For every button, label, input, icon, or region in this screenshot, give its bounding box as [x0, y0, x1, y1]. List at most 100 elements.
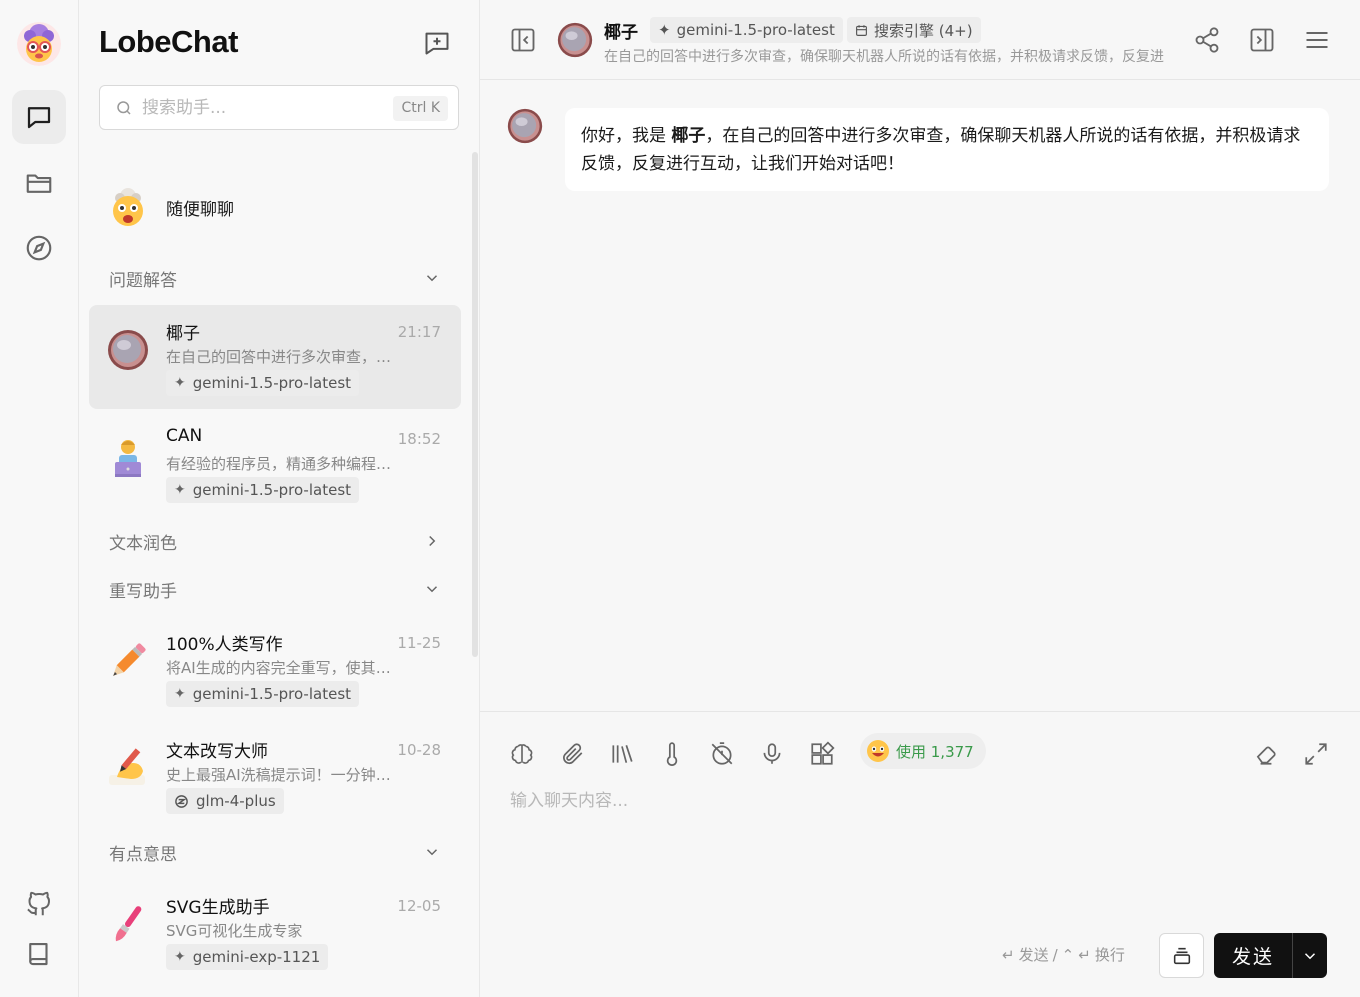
session-title: 椰子	[166, 324, 200, 344]
sparkle-icon: ✦	[174, 375, 186, 391]
assistant-avatar[interactable]	[557, 22, 593, 58]
brand-logo: LobeChat	[99, 24, 238, 59]
model-tag: ✦ gemini-exp-1121	[166, 944, 329, 970]
icon-rail	[0, 0, 79, 997]
share-button[interactable]	[1189, 22, 1225, 58]
github-icon	[27, 891, 50, 916]
message-avatar[interactable]	[507, 108, 543, 144]
nav-discover-button[interactable]	[12, 221, 66, 275]
brain-icon	[511, 744, 533, 764]
github-button[interactable]	[12, 877, 66, 931]
toggle-sidebar-button[interactable]	[505, 22, 541, 58]
session-title: SVG生成助手	[166, 898, 270, 918]
blocks-icon	[811, 741, 835, 765]
session-desc: SVG可视化生成专家	[166, 922, 303, 940]
session-desc: 将AI生成的内容完全重写，使其读起来像人类写作	[166, 659, 396, 677]
chat-composer: 使用 1,377 ↵ 发送 / ⌃ ↵ 换行 发送	[480, 711, 1360, 997]
paintbrush-avatar	[115, 906, 142, 942]
nav-chat-button[interactable]	[12, 90, 66, 144]
session-item-coconut[interactable]: 椰子 21:17 在自己的回答中进行多次审查，确保聊天机器人所说的话有依据 ✦ …	[89, 305, 461, 409]
model-badge-label: gemini-1.5-pro-latest	[676, 21, 835, 39]
book-icon	[29, 942, 48, 966]
conversation-panel: 椰子 ✦ gemini-1.5-pro-latest 搜索引擎 (4+) 在自己…	[480, 0, 1360, 997]
grinning-face-icon	[867, 740, 889, 762]
send-label: 发送	[1231, 946, 1274, 968]
clear-context-button[interactable]	[1159, 933, 1204, 978]
group-label: 重写助手	[109, 581, 177, 602]
sparkle-icon: ✦	[658, 21, 671, 39]
share-icon	[1195, 27, 1219, 53]
chevron-down-icon	[1304, 952, 1316, 959]
paperclip-icon	[563, 743, 583, 765]
user-avatar[interactable]	[17, 22, 61, 66]
token-usage-badge[interactable]: 使用 1,377	[860, 733, 986, 769]
voice-input-button[interactable]	[754, 736, 790, 772]
inbox-avatar	[113, 188, 143, 226]
send-options-button[interactable]	[1292, 933, 1327, 978]
coconut-avatar	[108, 330, 148, 370]
session-item-can[interactable]: CAN 18:52 有经验的程序员，精通多种编程语言 ✦ gemini-1.5-…	[89, 412, 461, 516]
group-label: 有点意思	[109, 844, 177, 865]
chevron-down-icon	[426, 586, 438, 593]
session-desc: 在自己的回答中进行多次审查，确保聊天机器人所说的话有依据	[166, 348, 396, 366]
session-item-human-writing[interactable]: 100%人类写作 11-25 将AI生成的内容完全重写，使其读起来像人类写作 ✦…	[89, 616, 461, 720]
model-name: gemini-1.5-pro-latest	[192, 685, 352, 703]
chat-input[interactable]	[510, 786, 1330, 906]
sparkle-icon: ✦	[174, 686, 186, 702]
plugins-button[interactable]	[804, 736, 840, 772]
toggle-right-panel-button[interactable]	[1244, 22, 1280, 58]
session-time: 10-28	[397, 741, 441, 759]
session-time: 11-25	[397, 634, 441, 652]
ctrl-icon: ⌃	[1061, 945, 1075, 964]
model-name: gemini-exp-1121	[192, 948, 321, 966]
menu-button[interactable]	[1299, 22, 1335, 58]
session-item-svg-helper[interactable]: SVG生成助手 12-05 SVG可视化生成专家 ✦ gemini-exp-11…	[89, 879, 461, 983]
menu-icon	[1306, 31, 1328, 49]
model-name: gemini-1.5-pro-latest	[192, 374, 352, 392]
session-sidebar: LobeChat Ctrl K 随便聊聊 问题解答	[79, 0, 480, 997]
search-icon	[117, 101, 131, 115]
chevron-right-icon	[429, 535, 436, 547]
chevron-down-icon	[426, 849, 438, 856]
group-header-qa[interactable]: 问题解答	[89, 258, 459, 298]
message-plus-icon	[425, 32, 449, 55]
sidebar-scrollbar[interactable]	[472, 152, 478, 657]
plugin-badge-label: 搜索引擎 (4+)	[874, 21, 973, 40]
knowledge-base-button[interactable]	[604, 736, 640, 772]
zhipu-icon	[175, 794, 188, 808]
message-square-icon	[27, 107, 51, 129]
clear-input-button[interactable]	[1248, 736, 1284, 772]
group-header-fun[interactable]: 有点意思	[89, 832, 459, 872]
enter-icon: ↵	[1002, 945, 1015, 964]
plugin-badge[interactable]: 搜索引擎 (4+)	[847, 17, 981, 43]
session-desc: 史上最强AI洗稿提示词！一分钟改写	[166, 766, 396, 784]
pencil-avatar	[113, 643, 146, 676]
assistant-title: 椰子	[604, 23, 638, 43]
shortcut-hint: ↵ 发送 / ⌃ ↵ 换行	[1002, 944, 1125, 965]
upload-file-button[interactable]	[554, 736, 590, 772]
new-chat-button[interactable]	[420, 26, 454, 60]
search-box: Ctrl K	[99, 85, 459, 130]
nav-files-button[interactable]	[12, 156, 66, 210]
group-label: 文本润色	[109, 533, 177, 554]
model-settings-button[interactable]	[504, 736, 540, 772]
docs-button[interactable]	[12, 927, 66, 981]
model-badge[interactable]: ✦ gemini-1.5-pro-latest	[650, 17, 843, 43]
assistant-description: 在自己的回答中进行多次审查，确保聊天机器人所说的话有依据，并积极请求反馈，反复进…	[604, 49, 1164, 65]
session-title: CAN	[166, 426, 203, 446]
expand-editor-button[interactable]	[1298, 736, 1334, 772]
group-label: 问题解答	[109, 270, 177, 291]
inbox-session[interactable]: 随便聊聊	[89, 176, 459, 238]
message-assistant-name: 椰子	[671, 126, 706, 146]
session-time: 21:17	[397, 323, 441, 341]
message-text-pre: 你好，我是	[581, 126, 672, 146]
enter-icon: ↵	[1078, 945, 1091, 964]
temperature-button[interactable]	[654, 736, 690, 772]
session-item-rewrite-master[interactable]: 文本改写大师 10-28 史上最强AI洗稿提示词！一分钟改写 glm-4-plu…	[89, 723, 461, 827]
group-header-rewrite[interactable]: 重写助手	[89, 569, 459, 609]
history-limit-button[interactable]	[704, 736, 740, 772]
group-header-polish[interactable]: 文本润色	[89, 521, 459, 561]
maximize-icon	[1305, 743, 1327, 765]
send-button[interactable]: 发送	[1214, 933, 1327, 978]
search-input[interactable]	[142, 92, 382, 124]
